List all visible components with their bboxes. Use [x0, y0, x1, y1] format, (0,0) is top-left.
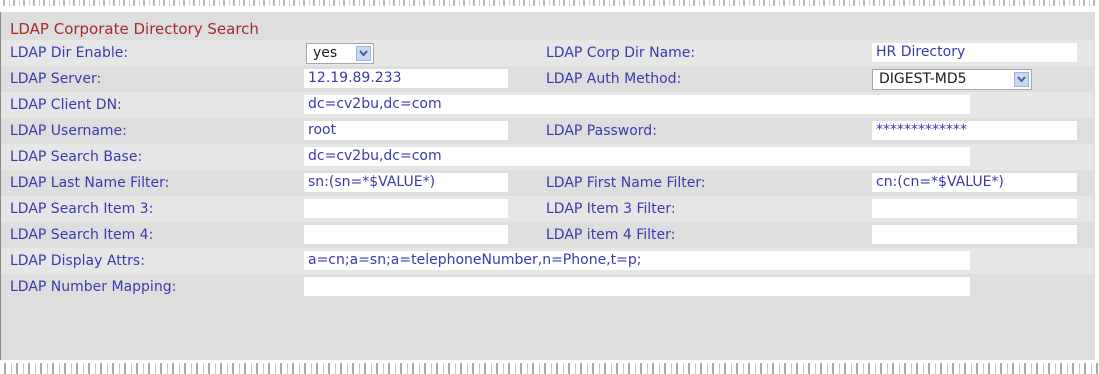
row-ldap-server: LDAP Server: 12.19.89.233 LDAP Auth Meth… — [1, 66, 1093, 92]
ldap-dir-enable-select[interactable]: yes — [306, 43, 374, 64]
ldap-corp-dir-name-field[interactable]: HR Directory — [872, 43, 1077, 62]
ldap-item-3-filter-field[interactable] — [872, 199, 1077, 218]
ldap-first-name-filter-field[interactable]: cn:(cn=*$VALUE*) — [872, 173, 1077, 192]
ldap-number-mapping-label: LDAP Number Mapping: — [10, 279, 177, 295]
ldap-last-name-filter-field[interactable]: sn:(sn=*$VALUE*) — [304, 173, 508, 192]
ldap-corp-dir-name-label: LDAP Corp Dir Name: — [546, 45, 696, 61]
ldap-search-item-4-field[interactable] — [304, 225, 508, 244]
ldap-search-base-label: LDAP Search Base: — [10, 149, 143, 165]
row-ldap-search-base: LDAP Search Base: dc=cv2bu,dc=com — [1, 144, 1093, 170]
ldap-username-field[interactable]: root — [304, 121, 508, 140]
ldap-display-attrs-field[interactable]: a=cn;a=sn;a=telephoneNumber,n=Phone,t=p; — [304, 251, 970, 270]
ldap-client-dn-field[interactable]: dc=cv2bu,dc=com — [304, 95, 970, 114]
row-ldap-number-mapping: LDAP Number Mapping: — [1, 274, 1093, 300]
row-ldap-username: LDAP Username: root LDAP Password: *****… — [1, 118, 1093, 144]
ldap-server-field[interactable]: 12.19.89.233 — [304, 69, 508, 88]
section-title: LDAP Corporate Directory Search — [10, 20, 259, 38]
row-ldap-search-item-3: LDAP Search Item 3: LDAP Item 3 Filter: — [1, 196, 1093, 222]
ldap-display-attrs-label: LDAP Display Attrs: — [10, 253, 145, 269]
ldap-auth-method-value: DIGEST-MD5 — [879, 71, 967, 87]
ldap-server-label: LDAP Server: — [10, 71, 102, 87]
row-ldap-search-item-4: LDAP Search Item 4: LDAP item 4 Filter: — [1, 222, 1093, 248]
ldap-search-item-4-label: LDAP Search Item 4: — [10, 227, 154, 243]
ldap-auth-method-label: LDAP Auth Method: — [546, 71, 682, 87]
section-header: LDAP Corporate Directory Search — [1, 18, 1093, 40]
row-ldap-dir-enable: LDAP Dir Enable: yes LDAP Corp Dir Name:… — [1, 40, 1093, 66]
ldap-password-field[interactable]: ************* — [872, 121, 1077, 140]
ldap-item-4-filter-label: LDAP item 4 Filter: — [546, 227, 676, 243]
ldap-password-label: LDAP Password: — [546, 123, 657, 139]
ldap-search-item-3-label: LDAP Search Item 3: — [10, 201, 154, 217]
row-ldap-name-filters: LDAP Last Name Filter: sn:(sn=*$VALUE*) … — [1, 170, 1093, 196]
chevron-down-icon[interactable] — [1014, 72, 1029, 87]
ldap-item-4-filter-field[interactable] — [872, 225, 1077, 244]
ldap-search-item-3-field[interactable] — [304, 199, 508, 218]
ldap-search-base-field[interactable]: dc=cv2bu,dc=com — [304, 147, 970, 166]
torn-edge-bottom — [0, 360, 1099, 374]
row-ldap-client-dn: LDAP Client DN: dc=cv2bu,dc=com — [1, 92, 1093, 118]
ldap-dir-enable-value: yes — [313, 45, 338, 61]
ldap-client-dn-label: LDAP Client DN: — [10, 97, 122, 113]
ldap-last-name-filter-label: LDAP Last Name Filter: — [10, 175, 170, 191]
ldap-number-mapping-field[interactable] — [304, 277, 970, 296]
ldap-item-3-filter-label: LDAP Item 3 Filter: — [546, 201, 676, 217]
torn-edge-top — [0, 0, 1099, 12]
ldap-username-label: LDAP Username: — [10, 123, 127, 139]
ldap-dir-enable-label: LDAP Dir Enable: — [10, 45, 129, 61]
ldap-first-name-filter-label: LDAP First Name Filter: — [546, 175, 706, 191]
row-ldap-display-attrs: LDAP Display Attrs: a=cn;a=sn;a=telephon… — [1, 248, 1093, 274]
ldap-auth-method-select[interactable]: DIGEST-MD5 — [872, 69, 1032, 90]
chevron-down-icon[interactable] — [356, 46, 371, 61]
